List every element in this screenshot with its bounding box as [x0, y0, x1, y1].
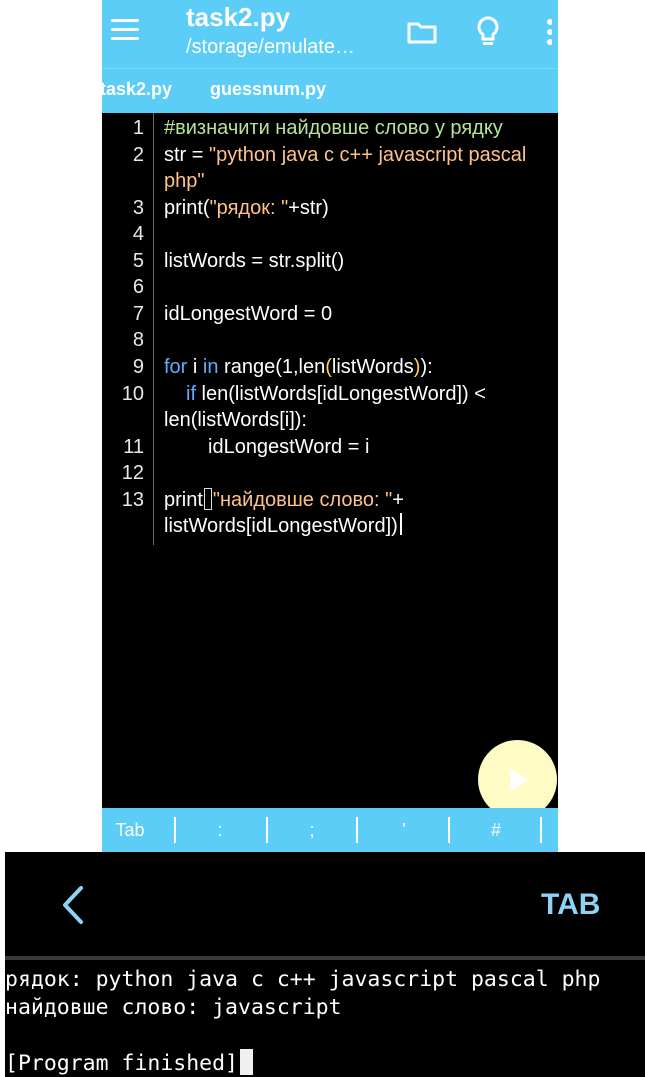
text-cursor [399, 513, 402, 535]
editor-screen: task2.py /storage/emulate… task2.py gues… [102, 0, 558, 852]
code-line: len(listWords[i]): [164, 409, 307, 431]
file-title: task2.py [186, 2, 291, 32]
folder-icon[interactable] [402, 14, 442, 50]
key-separator [266, 817, 268, 843]
line-number: 5 [132, 250, 144, 272]
line-number: 11 [123, 436, 144, 458]
key-quote[interactable]: ' [384, 808, 424, 852]
line-number: 3 [132, 197, 144, 219]
code-line: if len(listWords[idLongestWord]) < [186, 383, 486, 405]
line-number: 9 [132, 356, 144, 378]
tab-task2[interactable]: task2.py [102, 79, 172, 100]
key-separator [448, 817, 450, 843]
key-semicolon[interactable]: ; [292, 808, 332, 852]
line-number: 7 [132, 303, 144, 325]
terminal-cursor [240, 1049, 253, 1075]
key-tab[interactable]: Tab [110, 808, 150, 852]
play-icon [509, 768, 528, 791]
app-bar: task2.py /storage/emulate… [102, 0, 558, 68]
line-number: 12 [121, 462, 144, 484]
terminal-divider [5, 956, 645, 960]
line-number: 13 [121, 489, 144, 511]
key-colon[interactable]: : [200, 808, 240, 852]
code-line: print "найдовше слово: "+ [164, 488, 404, 511]
line-number: 2 [132, 144, 144, 166]
tab-guessnum[interactable]: guessnum.py [210, 79, 326, 100]
line-number: 6 [132, 276, 144, 298]
back-button[interactable] [55, 882, 95, 928]
code-line: listWords = str.split() [164, 250, 345, 272]
code-editor[interactable]: 1 #визначити найдовше слово у рядку 2 st… [102, 113, 558, 808]
terminal-output-line: рядок: python java c c++ javascript pasc… [5, 967, 601, 992]
code-line: #визначити найдовше слово у рядку [164, 117, 503, 139]
bracket-match-marker [203, 488, 212, 510]
line-number: 1 [132, 117, 144, 139]
key-hash[interactable]: # [476, 808, 516, 852]
menu-icon[interactable] [111, 19, 139, 41]
lightbulb-icon[interactable] [468, 14, 508, 50]
key-separator [174, 817, 176, 843]
more-vert-icon[interactable] [536, 14, 558, 50]
extra-keys-bar: Tab : ; ' # [102, 808, 558, 852]
code-line: str = "python java c c++ javascript pasc… [164, 144, 527, 166]
key-separator [356, 817, 358, 843]
line-number: 8 [132, 329, 144, 351]
chevron-left-icon [63, 886, 83, 924]
gutter-divider [153, 113, 154, 545]
code-line: idLongestWord = 0 [164, 303, 333, 325]
key-separator [540, 817, 542, 843]
file-tab-bar: task2.py guessnum.py [102, 68, 558, 113]
terminal-output-line: найдовше слово: javascript [5, 995, 342, 1020]
file-path: /storage/emulate… [186, 36, 355, 58]
terminal-output-line: [Program finished] [5, 1049, 253, 1076]
code-line: idLongestWord = i [208, 436, 370, 458]
code-line: print("рядок: "+str) [164, 197, 329, 219]
line-number: 10 [121, 383, 144, 405]
code-line: php" [164, 170, 205, 192]
terminal-screen: TAB рядок: python java c c++ javascript … [5, 852, 645, 1077]
line-number: 4 [132, 223, 144, 245]
code-line: listWords[idLongestWord]) [164, 513, 402, 539]
tab-key-button[interactable]: TAB [541, 888, 600, 922]
code-line: for i in range(1,len(listWords)): [164, 356, 433, 378]
